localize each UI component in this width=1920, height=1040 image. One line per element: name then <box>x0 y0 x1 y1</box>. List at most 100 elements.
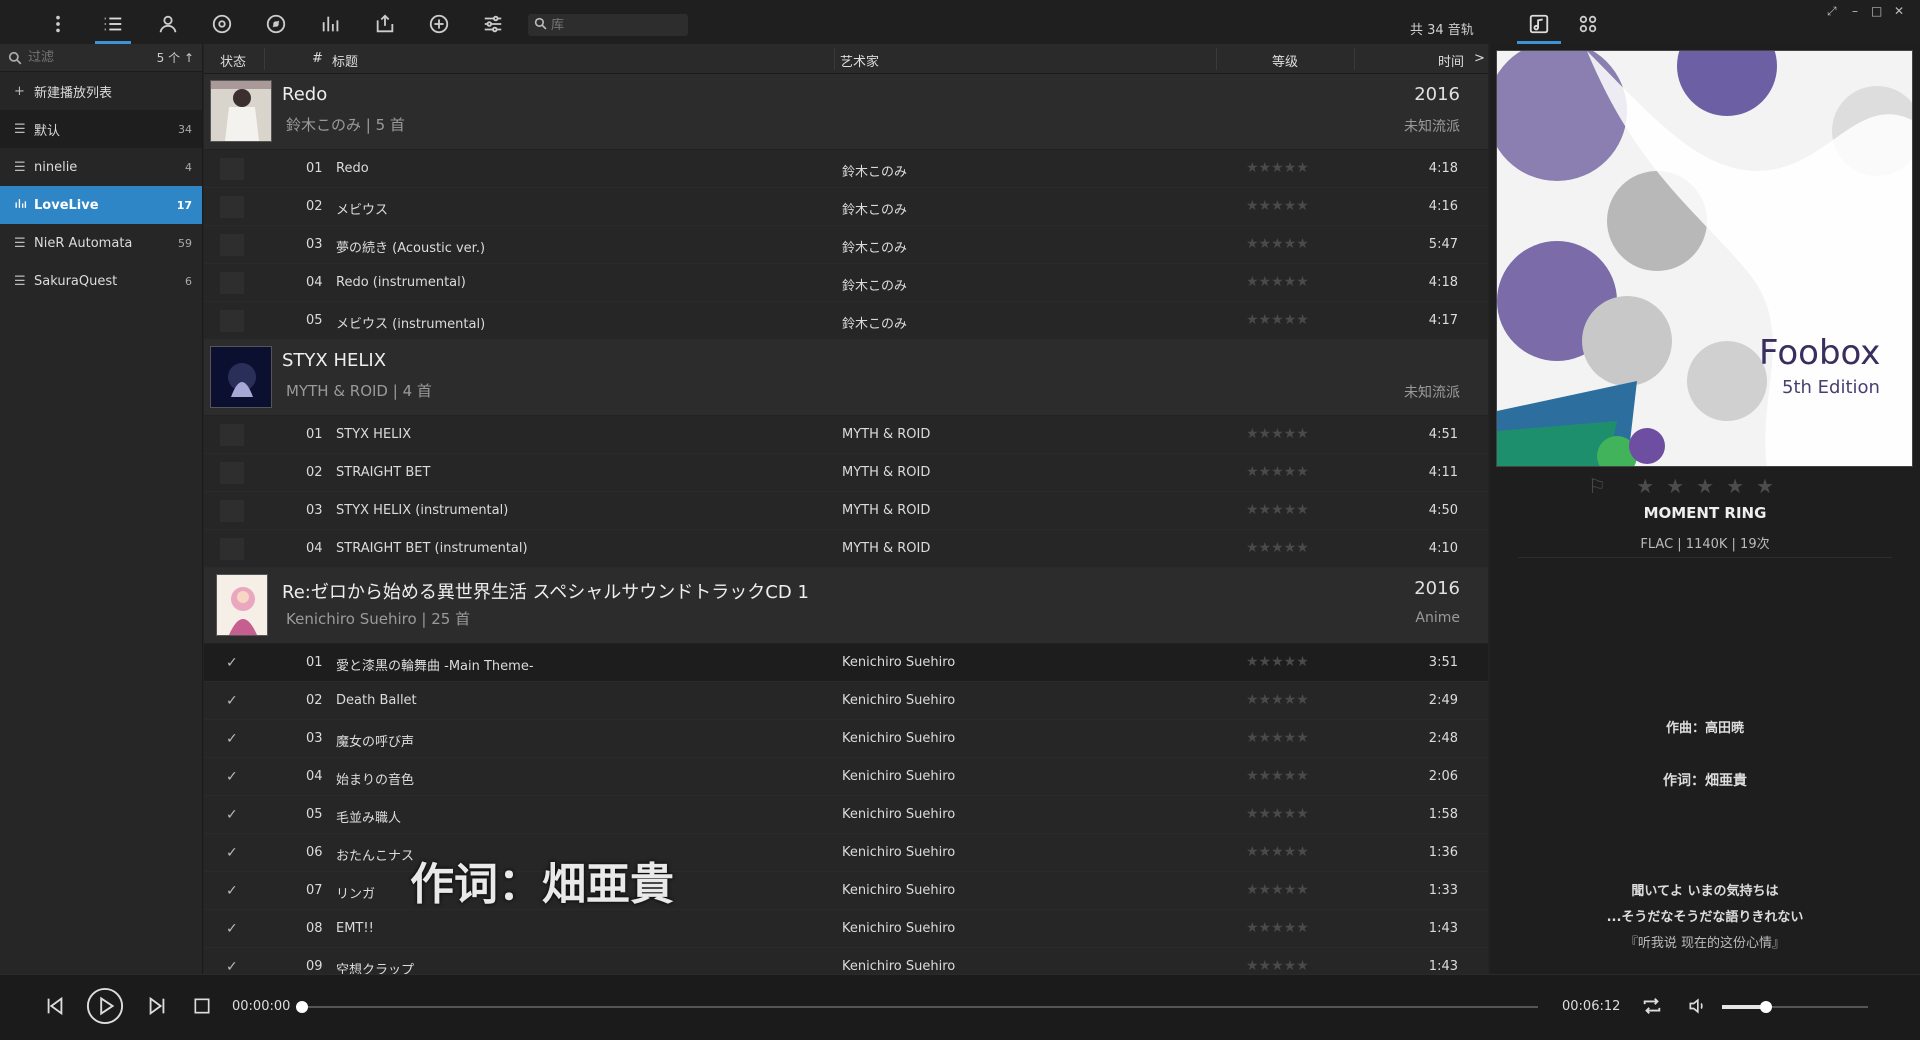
seek-bar[interactable] <box>302 1006 1538 1008</box>
table-row[interactable]: 03 夢の続き (Acoustic ver.) 鈴木このみ ★★★★★ 5:47 <box>204 226 1488 264</box>
seek-handle[interactable] <box>296 1001 308 1013</box>
table-row[interactable]: 01 STYX HELIX MYTH & ROID ★★★★★ 4:51 <box>204 416 1488 454</box>
volume-handle[interactable] <box>1759 1001 1772 1013</box>
rating-stars[interactable]: ★★★★★ <box>1246 768 1309 784</box>
library-search[interactable] <box>528 14 688 36</box>
play-button[interactable] <box>86 987 124 1029</box>
bookmark-icon[interactable]: ⚐ <box>1588 474 1618 498</box>
filter-input[interactable] <box>28 50 128 65</box>
track-total: 共 34 音轨 <box>1410 23 1474 38</box>
track-title: STYX HELIX (instrumental) <box>336 503 509 518</box>
rating-stars[interactable]: ★★★★★ <box>1246 464 1309 480</box>
export-icon[interactable] <box>367 6 403 42</box>
sidebar-item-ninelie[interactable]: ☰ ninelie 4 <box>0 148 202 186</box>
table-row[interactable]: 05 メビウス (instrumental) 鈴木このみ ★★★★★ 4:17 <box>204 302 1488 340</box>
sidebar-item-nier-automata[interactable]: ☰ NieR Automata 59 <box>0 224 202 262</box>
table-row[interactable]: ✓ 09 空想クラップ Kenichiro Suehiro ★★★★★ 1:43 <box>204 948 1488 974</box>
track-number: 04 <box>306 541 323 556</box>
table-row[interactable]: ✓ 05 毛並み職人 Kenichiro Suehiro ★★★★★ 1:58 <box>204 796 1488 834</box>
rating-stars[interactable]: ★★★★★ <box>1246 312 1309 328</box>
repeat-icon[interactable] <box>1640 995 1664 1021</box>
rating-stars[interactable]: ★★★★★ <box>1246 882 1309 898</box>
artist-icon[interactable] <box>150 6 186 42</box>
rating-stars[interactable]: ★★★★★ <box>1246 198 1309 214</box>
playlist-filter[interactable]: 5 个 ↑ <box>0 44 202 72</box>
now-playing-rating[interactable]: ⚐ ★★★★★ <box>1588 474 1786 498</box>
track-time: 2:48 <box>1428 731 1458 746</box>
settings-sliders-icon[interactable] <box>475 6 511 42</box>
track-time: 1:43 <box>1428 959 1458 974</box>
album-genre: 未知流派 <box>1404 119 1460 135</box>
rating-stars[interactable]: ★★★★★ <box>1246 502 1309 518</box>
minimize-icon[interactable]: – <box>1852 4 1858 18</box>
grid-view-icon[interactable] <box>1570 6 1606 42</box>
sidebar-item-sakuraquest[interactable]: ☰ SakuraQuest 6 <box>0 262 202 300</box>
playlist-view-icon[interactable] <box>95 6 131 44</box>
column-number[interactable]: # <box>312 51 323 66</box>
table-row[interactable]: ✓ 07 リンガ Kenichiro Suehiro ★★★★★ 1:33 <box>204 872 1488 910</box>
rating-stars[interactable]: ★★★★★ <box>1246 540 1309 556</box>
stop-button[interactable] <box>192 996 212 1020</box>
new-playlist-button[interactable]: + 新建播放列表 <box>0 72 202 110</box>
sidebar-item-lovelive[interactable]: LoveLive 17 <box>0 186 202 224</box>
rating-stars[interactable]: ★★★★★ <box>1246 730 1309 746</box>
album-group[interactable]: Redo 鈴木このみ | 5 首 2016 未知流派 <box>204 74 1488 150</box>
table-row[interactable]: 04 Redo (instrumental) 鈴木このみ ★★★★★ 4:18 <box>204 264 1488 302</box>
table-row[interactable]: 04 STRAIGHT BET (instrumental) MYTH & ROID… <box>204 530 1488 568</box>
rating-stars[interactable]: ★★★★★ <box>1246 426 1309 442</box>
list-icon: ☰ <box>14 121 26 137</box>
column-rating[interactable]: 等级 <box>1272 51 1298 70</box>
next-button[interactable] <box>146 995 168 1021</box>
add-icon[interactable] <box>421 6 457 42</box>
table-row[interactable]: ✓ 04 始まりの音色 Kenichiro Suehiro ★★★★★ 2:06 <box>204 758 1488 796</box>
search-input[interactable] <box>551 17 681 33</box>
table-row[interactable]: ✓ 01 愛と漆黒の輪舞曲 -Main Theme- Kenichiro Suehir… <box>204 644 1488 682</box>
rating-stars[interactable]: ★★★★★ <box>1246 692 1309 708</box>
track-time: 2:49 <box>1428 693 1458 708</box>
rating-stars[interactable]: ★★★★★ <box>1246 958 1309 974</box>
table-row[interactable]: 02 STRAIGHT BET MYTH & ROID ★★★★★ 4:11 <box>204 454 1488 492</box>
rating-stars[interactable]: ★★★★★ <box>1246 844 1309 860</box>
table-row[interactable]: ✓ 03 魔女の呼び声 Kenichiro Suehiro ★★★★★ 2:48 <box>204 720 1488 758</box>
column-title[interactable]: 标题 <box>332 51 358 70</box>
maximize-icon[interactable]: □ <box>1871 4 1882 18</box>
album-group[interactable]: Re:ゼロから始める異世界生活 スペシャルサウンドトラックCD 1 Kenich… <box>204 568 1488 644</box>
close-icon[interactable]: ✕ <box>1894 4 1904 18</box>
genre-icon[interactable] <box>258 6 294 42</box>
table-row[interactable]: 02 メビウス 鈴木このみ ★★★★★ 4:16 <box>204 188 1488 226</box>
lyric-line: 『听我说 现在的这份心情』 <box>1624 936 1786 951</box>
search-icon <box>534 17 547 34</box>
album-group[interactable]: STYX HELIX MYTH & ROID | 4 首 未知流派 <box>204 340 1488 416</box>
rating-stars[interactable]: ★★★★★ <box>1246 920 1309 936</box>
table-row[interactable]: ✓ 08 EMT!! Kenichiro Suehiro ★★★★★ 1:43 <box>204 910 1488 948</box>
playlist-count[interactable]: 5 个 ↑ <box>157 49 194 66</box>
column-artist[interactable]: 艺术家 <box>840 51 879 70</box>
stats-icon[interactable] <box>313 6 349 42</box>
album-title: Re:ゼロから始める異世界生活 スペシャルサウンドトラックCD 1 <box>282 582 809 603</box>
rating-stars[interactable]: ★★★★★ <box>1246 274 1309 290</box>
rating-stars[interactable]: ★★★★★ <box>1246 654 1309 670</box>
column-more[interactable]: > <box>1474 51 1485 66</box>
sidebar-item-default[interactable]: ☰ 默认 34 <box>0 110 202 148</box>
rating-stars[interactable]: ★★★★★ <box>1246 236 1309 252</box>
sidebar-item-label: ninelie <box>34 159 78 175</box>
rating-stars[interactable]: ★★★★★ <box>1246 806 1309 822</box>
playlist-sidebar: 5 个 ↑ + 新建播放列表 ☰ 默认 34 ☰ ninelie 4 LoveL… <box>0 44 203 974</box>
table-row[interactable]: ✓ 02 Death Ballet Kenichiro Suehiro ★★★★★ 2:4… <box>204 682 1488 720</box>
lyric-line: 作曲：高田暁 <box>1665 721 1744 736</box>
album-subtitle: Kenichiro Suehiro | 25 首 <box>286 610 471 628</box>
now-playing-view-icon[interactable] <box>1517 6 1561 44</box>
table-row[interactable]: ✓ 06 おたんこナス Kenichiro Suehiro ★★★★★ 1:36 <box>204 834 1488 872</box>
menu-icon[interactable] <box>40 6 76 42</box>
table-row[interactable]: 01 Redo 鈴木このみ ★★★★★ 4:18 <box>204 150 1488 188</box>
column-status[interactable]: 状态 <box>220 51 246 70</box>
rating-stars[interactable]: ★★★★★ <box>1246 160 1309 176</box>
column-time[interactable]: 时间 <box>1438 51 1464 70</box>
fullscreen-icon[interactable]: ⤢ <box>1827 4 1837 19</box>
album-icon[interactable] <box>204 6 240 42</box>
volume-icon[interactable] <box>1686 996 1708 1020</box>
sidebar-item-label: LoveLive <box>34 197 99 213</box>
previous-button[interactable] <box>44 995 66 1021</box>
track-number: 09 <box>306 959 323 974</box>
table-row[interactable]: 03 STYX HELIX (instrumental) MYTH & ROID ★★… <box>204 492 1488 530</box>
